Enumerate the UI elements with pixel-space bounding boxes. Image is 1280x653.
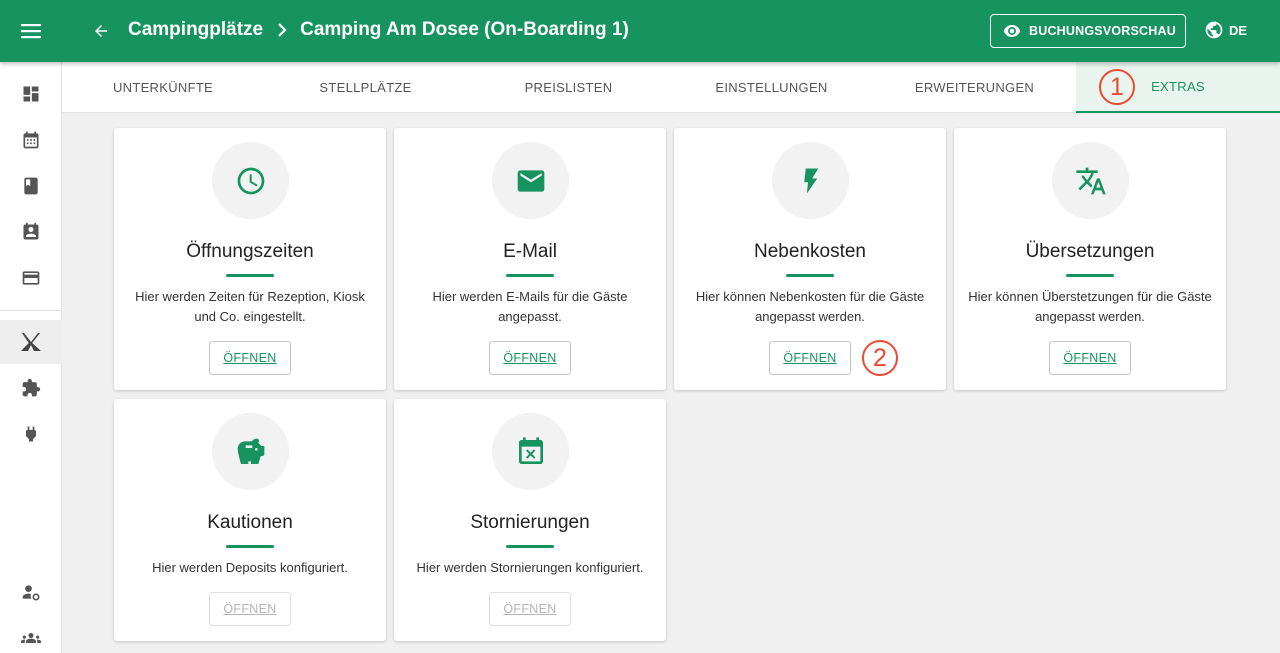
chevron-right-icon (277, 23, 287, 37)
open-button-email[interactable]: ÖFFNEN (489, 341, 571, 375)
lightning-icon (772, 142, 849, 219)
open-button-stornierungen[interactable]: ÖFFNEN (489, 592, 571, 626)
globe-icon (1205, 21, 1223, 39)
app-header: Campingplätze Camping Am Dosee (On-Board… (0, 0, 1280, 62)
book-icon[interactable] (0, 166, 62, 206)
language-label: DE (1229, 22, 1248, 38)
mail-icon (492, 142, 569, 219)
card-uebersetzungen: Übersetzungen Hier können Überstetzungen… (954, 128, 1226, 390)
tab-preislisten[interactable]: PREISLISTEN (467, 62, 670, 113)
card-description: Hier werden Zeiten für Rezeption, Kiosk … (135, 289, 365, 324)
card-email: E-Mail Hier werden E-Mails für die Gäste… (394, 128, 666, 390)
card-divider (226, 274, 274, 277)
card-title: Nebenkosten (754, 241, 866, 262)
card-divider (506, 274, 554, 277)
contact-calendar-icon[interactable] (0, 212, 62, 252)
annotation-marker-1: 1 (1099, 69, 1135, 105)
calendar-cancel-icon (492, 413, 569, 490)
card-divider (786, 274, 834, 277)
language-selector[interactable]: DE (1204, 20, 1247, 40)
tab-einstellungen[interactable]: EINSTELLUNGEN (670, 62, 873, 113)
clock-icon (212, 142, 289, 219)
card-description: Hier werden Deposits konfiguriert. (152, 560, 348, 575)
tab-unterkuenfte[interactable]: UNTERKÜNFTE (62, 62, 264, 113)
eye-icon (1003, 25, 1021, 37)
card-title: Übersetzungen (1025, 241, 1155, 262)
user-settings-icon[interactable] (0, 572, 62, 612)
translate-icon (1052, 142, 1129, 219)
credit-card-icon[interactable] (0, 258, 62, 298)
piggy-bank-icon (212, 413, 289, 490)
tab-bar: UNTERKÜNFTE STELLPLÄTZE PREISLISTEN EINS… (62, 62, 1280, 113)
card-nebenkosten: Nebenkosten Hier können Nebenkosten für … (674, 128, 946, 390)
group-icon[interactable] (0, 618, 62, 653)
tab-stellplaetze[interactable]: STELLPLÄTZE (264, 62, 467, 113)
breadcrumb-current: Camping Am Dosee (On-Boarding 1) (300, 19, 629, 40)
card-divider (506, 545, 554, 548)
open-button-kautionen[interactable]: ÖFFNEN (209, 592, 291, 626)
card-description: Hier können Nebenkosten für die Gäste an… (695, 289, 925, 324)
booking-preview-button[interactable]: BUCHUNGSVORSCHAU (990, 14, 1186, 48)
breadcrumb: Campingplätze Camping Am Dosee (On-Board… (128, 19, 629, 41)
menu-icon[interactable] (14, 15, 48, 47)
booking-preview-label: BUCHUNGSVORSCHAU (1029, 24, 1176, 38)
card-title: Stornierungen (470, 512, 590, 533)
dashboard-icon[interactable] (0, 74, 62, 114)
card-description: Hier werden Stornierungen konfiguriert. (416, 560, 644, 575)
card-description: Hier werden E-Mails für die Gäste angepa… (432, 289, 628, 324)
card-stornierungen: Stornierungen Hier werden Stornierungen … (394, 399, 666, 641)
card-kautionen: Kautionen Hier werden Deposits konfiguri… (114, 399, 386, 641)
puzzle-icon[interactable] (0, 368, 62, 408)
card-title: Kautionen (207, 512, 293, 533)
card-title: Öffnungszeiten (186, 241, 314, 262)
open-button-uebersetzungen[interactable]: ÖFFNEN (1049, 341, 1131, 375)
arrow-back-icon[interactable] (86, 15, 116, 47)
card-divider (1066, 274, 1114, 277)
camping-tent-icon[interactable] (0, 320, 62, 364)
tab-erweiterungen[interactable]: ERWEITERUNGEN (873, 62, 1076, 113)
breadcrumb-campingplaetze[interactable]: Campingplätze (128, 19, 263, 41)
calendar-icon[interactable] (0, 120, 62, 160)
card-oeffnungszeiten: Öffnungszeiten Hier werden Zeiten für Re… (114, 128, 386, 390)
open-button-oeffnungszeiten[interactable]: ÖFFNEN (209, 341, 291, 375)
card-divider (226, 545, 274, 548)
open-button-nebenkosten[interactable]: ÖFFNEN (769, 341, 851, 375)
plug-icon[interactable] (0, 414, 62, 454)
card-description: Hier können Überstetzungen für die Gäste… (968, 289, 1212, 324)
card-title: E-Mail (503, 241, 557, 262)
sidebar (0, 62, 62, 653)
sidebar-divider (0, 310, 61, 311)
annotation-marker-2: 2 (862, 340, 898, 376)
